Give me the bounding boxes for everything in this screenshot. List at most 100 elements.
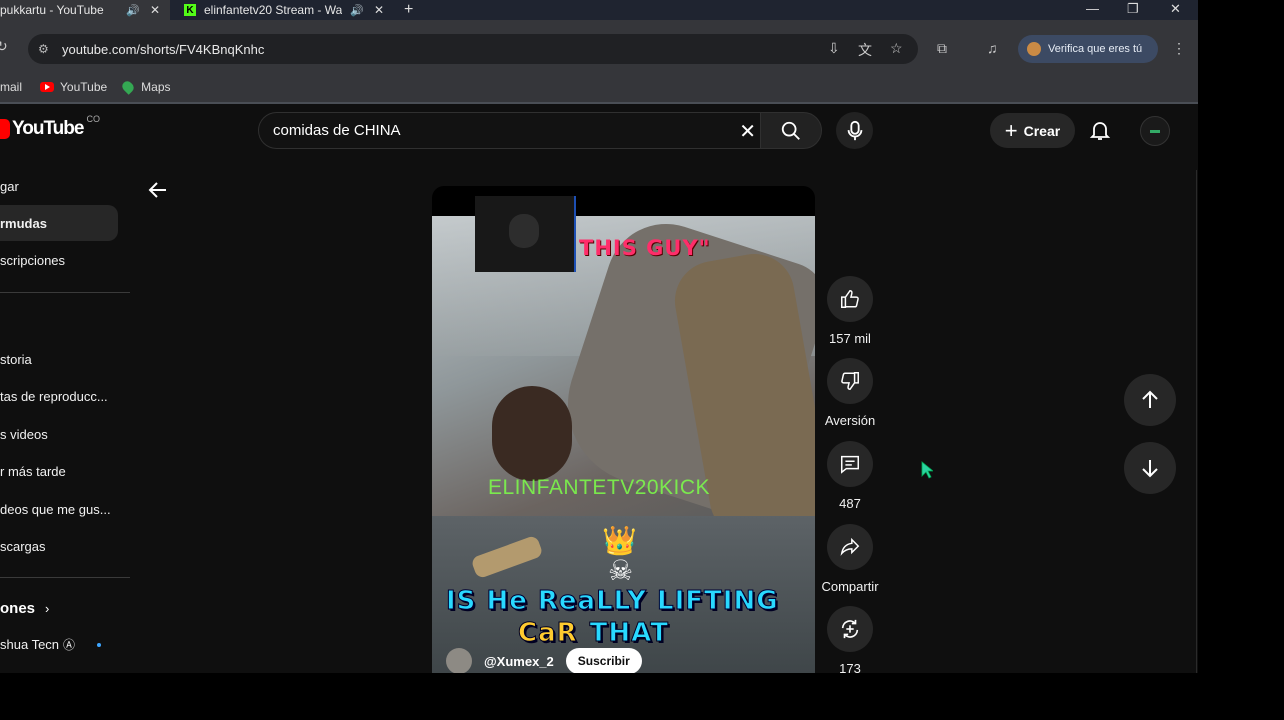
install-app-icon[interactable]: ⇩: [828, 40, 840, 57]
mouse-cursor-icon: [921, 461, 935, 484]
close-window-button[interactable]: ✕: [1170, 0, 1181, 18]
sidebar-section-subscriptions[interactable]: ones ›: [0, 600, 49, 617]
restore-button[interactable]: ❐: [1127, 0, 1139, 18]
bookmark-mail[interactable]: mail: [0, 80, 22, 94]
sidebar-item-history[interactable]: storia: [0, 341, 118, 377]
sidebar-item-subscriptions[interactable]: scripciones: [0, 242, 118, 278]
arrow-down-icon: [1142, 460, 1158, 478]
bookmark-youtube[interactable]: YouTube: [40, 80, 107, 94]
url-text: youtube.com/shorts/FV4KBnqKnhc: [62, 41, 265, 57]
sidebar-item-liked-videos[interactable]: deos que me gus...: [0, 491, 118, 527]
subscribe-button[interactable]: Suscribir: [565, 648, 642, 673]
search-button[interactable]: [760, 112, 822, 149]
voice-search-button[interactable]: [836, 112, 873, 149]
notifications-button[interactable]: [1088, 118, 1112, 147]
sidebar-item-shorts[interactable]: rmudas: [0, 205, 118, 241]
thumbs-up-icon: [841, 290, 859, 308]
sidebar-item-downloads[interactable]: scargas: [0, 528, 118, 564]
minimize-button[interactable]: —: [1086, 0, 1099, 18]
next-short-button[interactable]: [1124, 442, 1176, 494]
channel-row: @Xumex_2 Suscribir: [446, 648, 642, 673]
sidebar-item-label: rmudas: [0, 215, 47, 231]
streamer-webcam-overlay: [475, 196, 576, 272]
chrome-divider: [0, 102, 1198, 104]
chevron-right-icon: ›: [45, 601, 50, 616]
page-scrollbar[interactable]: [1196, 170, 1197, 673]
country-code: CO: [86, 114, 100, 124]
close-tab-icon[interactable]: ✕: [150, 3, 160, 17]
sidebar-item-label: deos que me gus...: [0, 501, 111, 517]
sidebar-item-label: scripciones: [0, 252, 66, 268]
account-avatar[interactable]: [1140, 116, 1170, 146]
bookmark-maps[interactable]: Maps: [120, 79, 171, 95]
sidebar-item-label: storia: [0, 351, 32, 367]
search-query: comidas de CHINA: [273, 122, 401, 139]
bell-icon: [1089, 122, 1111, 140]
video-caption-line-1: IS He ReaLLY LIFTING: [446, 586, 779, 617]
share-icon: [840, 537, 860, 556]
video-caption-line-2: CaR THAT: [518, 618, 669, 649]
remix-count: 173: [839, 661, 861, 673]
video-overlay-text: THIS GUY": [579, 236, 711, 260]
tab-title: pukkartu - YouTube: [0, 3, 104, 17]
search-input[interactable]: comidas de CHINA ✕: [258, 112, 760, 149]
verify-profile-button[interactable]: Verifica que eres tú: [1018, 35, 1158, 63]
sidebar-item-your-videos[interactable]: s videos: [0, 416, 118, 452]
create-button[interactable]: + Crear: [990, 113, 1075, 148]
caption-word: THAT: [589, 618, 669, 649]
arrow-up-icon: [1142, 390, 1158, 408]
short-video-player[interactable]: THIS GUY" ELINFANTETV20KICK 👑 ☠ IS He Re…: [432, 186, 815, 673]
sidebar-item-label: scargas: [0, 538, 46, 554]
clear-search-icon[interactable]: ✕: [739, 119, 756, 144]
dislike-action: Aversión: [815, 358, 885, 428]
dislike-button[interactable]: [827, 358, 873, 404]
stream-watermark: ELINFANTETV20KICK: [488, 476, 711, 499]
new-content-dot: [97, 643, 101, 647]
arrow-left-icon: [148, 182, 166, 198]
sidebar-divider: [0, 577, 130, 578]
back-button[interactable]: [148, 180, 168, 205]
close-tab-icon[interactable]: ✕: [374, 3, 384, 17]
dislike-label: Aversión: [824, 413, 876, 428]
search-icon: [781, 121, 800, 140]
remix-button[interactable]: [827, 606, 873, 652]
tab-title: elinfantetv20 Stream - Watc: [204, 3, 342, 17]
new-tab-button[interactable]: +: [404, 0, 413, 20]
address-bar[interactable]: ⚙ youtube.com/shorts/FV4KBnqKnhc ⇩ 文 ☆: [28, 34, 918, 64]
youtube-play-icon: [0, 119, 10, 139]
sidebar-item-watch-later[interactable]: r más tarde: [0, 453, 118, 489]
reload-icon[interactable]: ↻: [0, 38, 8, 55]
speaker-icon[interactable]: 🔊: [126, 4, 140, 17]
media-control-icon[interactable]: ♫: [987, 40, 998, 56]
bookmarks-bar: mail YouTube Maps: [0, 72, 1198, 102]
sidebar-item-home[interactable]: gar: [0, 168, 118, 204]
share-button[interactable]: [827, 524, 873, 570]
youtube-logo[interactable]: YouTube CO: [0, 114, 100, 140]
channel-avatar[interactable]: [446, 648, 472, 673]
comment-count: 487: [839, 496, 861, 511]
bookmark-star-icon[interactable]: ☆: [890, 40, 903, 57]
create-label: Crear: [1023, 122, 1061, 139]
sidebar-subscription-channel[interactable]: shua Tecn Ⓐ: [0, 626, 118, 662]
bookmark-label: YouTube: [60, 80, 108, 94]
tab-kick-stream[interactable]: K elinfantetv20 Stream - Watc 🔊 ✕: [178, 0, 393, 20]
tab-youtube[interactable]: pukkartu - YouTube 🔊 ✕: [0, 0, 170, 20]
streamer-silhouette: [509, 214, 539, 248]
letterbox-bottom: [0, 673, 1284, 720]
verify-label: Verifica que eres tú: [1048, 43, 1143, 55]
remix-icon: [841, 619, 859, 639]
previous-short-button[interactable]: [1124, 374, 1176, 426]
like-button[interactable]: [827, 276, 873, 322]
sidebar-item-playlists[interactable]: tas de reproducc...: [0, 378, 118, 414]
microphone-icon: [847, 120, 862, 140]
channel-name[interactable]: @Xumex_2: [484, 654, 554, 669]
browser-tab-bar: pukkartu - YouTube 🔊 ✕ K elinfantetv20 S…: [0, 0, 1198, 20]
translate-icon[interactable]: 文: [858, 40, 872, 60]
site-info-icon[interactable]: ⚙: [38, 42, 52, 56]
sidebar-item-label: tas de reproducc...: [0, 388, 108, 404]
speaker-icon[interactable]: 🔊: [350, 4, 364, 17]
extensions-icon[interactable]: ⧉: [937, 40, 947, 57]
comments-action: 487: [815, 441, 885, 511]
comments-button[interactable]: [827, 441, 873, 487]
browser-menu-icon[interactable]: ⋮: [1172, 40, 1186, 57]
